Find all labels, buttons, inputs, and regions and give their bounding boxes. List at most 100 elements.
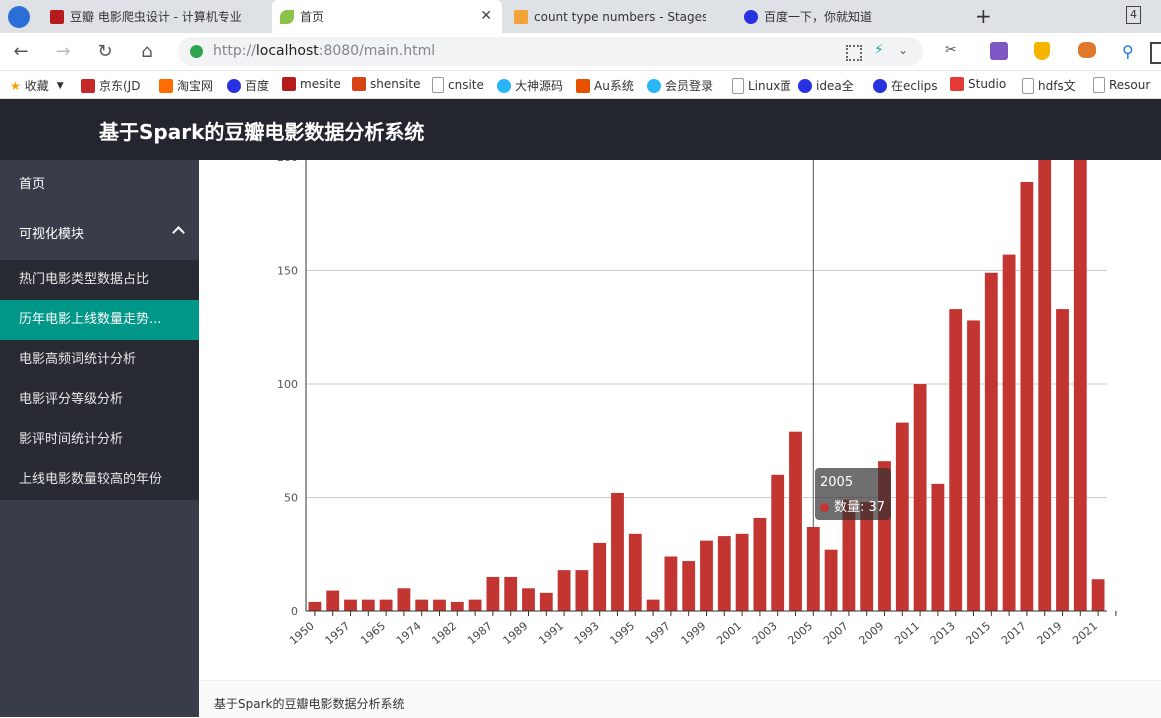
x-tick-label: 2015 (963, 619, 993, 647)
bar (628, 533, 642, 611)
bar (949, 309, 963, 611)
bar (682, 561, 696, 611)
bar (522, 588, 535, 611)
page-icon (1022, 77, 1034, 94)
page-footer: 基于Spark的豆瓣电影数据分析系统 (199, 680, 1161, 718)
bar (308, 601, 322, 611)
chevron-down-icon: ▼ (56, 80, 64, 91)
x-tick-label: 1987 (465, 619, 495, 647)
nav-group-visualization[interactable]: 可视化模块 (0, 210, 199, 260)
bar (664, 556, 678, 611)
nav-item-word-frequency[interactable]: 电影高频词统计分析 (0, 340, 199, 380)
x-tick-label: 2013 (928, 619, 958, 647)
bar (1002, 254, 1016, 612)
au-icon (576, 78, 590, 93)
bookmark-jd[interactable]: 京东(JD (81, 77, 145, 94)
reload-icon[interactable]: ↻ (92, 39, 118, 65)
nav-submenu: 热门电影类型数据占比 历年电影上线数量走势... 电影高频词统计分析 电影评分等… (0, 260, 199, 500)
flash-icon[interactable]: ⚡ (874, 42, 884, 58)
browser-logo-icon[interactable] (8, 6, 30, 28)
bookmark-shensite[interactable]: shensite (352, 77, 421, 91)
bar (789, 431, 802, 611)
tab-douban[interactable]: 豆瓣 电影爬虫设计 - 计算机专业 (42, 0, 268, 33)
app-header: 基于Spark的豆瓣电影数据分析系统 (0, 99, 1161, 160)
bookmark-cnsite[interactable]: cnsite (432, 77, 484, 93)
bar (1020, 181, 1034, 611)
bar (1091, 579, 1105, 611)
bookmark-hdfs[interactable]: hdfs文 (1022, 77, 1082, 94)
baidu-paw-icon (873, 78, 887, 93)
new-tab-button[interactable]: + (975, 4, 992, 28)
shield-icon[interactable] (1034, 42, 1050, 60)
mesite-icon (282, 77, 296, 91)
bookmark-dashen[interactable]: 大神源码 (497, 77, 563, 94)
nav-home[interactable]: 首页 (0, 160, 199, 210)
y-tick-label: 0 (291, 605, 298, 618)
forward-icon[interactable]: → (50, 39, 76, 65)
baidu-paw-icon (798, 78, 812, 93)
tab-home[interactable]: 首页 ✕ (272, 0, 502, 33)
x-tick-label: 1999 (679, 619, 709, 647)
bookmark-au[interactable]: Au系统 (576, 77, 634, 94)
x-tick-label: 1950 (287, 619, 317, 647)
spark-favicon-icon (514, 9, 528, 24)
address-bar[interactable]: http://localhost:8080/main.html ⚡ ⌄ (178, 37, 923, 66)
y-tick-label: 200 (277, 160, 298, 164)
nav-item-top-years[interactable]: 上线电影数量较高的年份 (0, 460, 199, 500)
nav-item-genre-share[interactable]: 热门电影类型数据占比 (0, 260, 199, 300)
bookmark-mesite[interactable]: mesite (282, 77, 341, 91)
bar (326, 590, 340, 611)
swirl-icon (497, 78, 511, 93)
nav-item-review-time[interactable]: 影评时间统计分析 (0, 420, 199, 460)
x-tick-label: 2001 (714, 619, 744, 647)
bar (967, 320, 980, 611)
bar (717, 536, 731, 611)
bar (361, 599, 375, 611)
tab-count-badge[interactable]: 4 (1126, 6, 1141, 24)
translate-icon[interactable] (990, 42, 1008, 60)
x-tick-label: 1997 (643, 619, 673, 647)
bookmark-baidu[interactable]: 百度 (227, 77, 269, 94)
bookmark-favorites[interactable]: ★ 收藏 ▼ (10, 77, 64, 94)
bar (895, 422, 909, 611)
bookmark-member[interactable]: 会员登录 (647, 77, 713, 94)
x-tick-label: 1991 (536, 619, 566, 647)
bar (735, 533, 749, 611)
bar (397, 588, 411, 611)
qr-code-icon[interactable] (846, 45, 862, 61)
page-icon (732, 77, 744, 94)
nav-item-yearly-trend[interactable]: 历年电影上线数量走势... (0, 300, 199, 340)
cloud-icon (647, 78, 661, 93)
dropdown-icon[interactable]: ⌄ (898, 43, 908, 57)
bookmark-linux[interactable]: Linux面 (732, 77, 790, 94)
extension-icon[interactable] (1078, 42, 1096, 58)
bookmark-resource[interactable]: Resour (1093, 77, 1161, 93)
bookmark-eclipse[interactable]: 在eclips (873, 77, 937, 94)
tooltip-title: 2005 (820, 475, 854, 490)
bookmark-studio[interactable]: Studio (950, 77, 1006, 91)
url-text[interactable]: http://localhost:8080/main.html (213, 43, 435, 59)
home-icon[interactable]: ⌂ (134, 39, 160, 65)
x-tick-label: 2019 (1035, 619, 1065, 647)
tab-stages[interactable]: count type numbers - Stages (506, 0, 732, 33)
tab-baidu[interactable]: 百度一下，你就知道 (736, 0, 962, 33)
bookmark-idea[interactable]: idea全 (798, 77, 856, 94)
x-tick-label: 1993 (572, 619, 602, 647)
scissors-icon[interactable]: ✂ (945, 42, 957, 62)
page-info-icon[interactable] (190, 45, 203, 58)
shensite-icon (352, 77, 366, 91)
bar (824, 549, 838, 611)
bar (753, 517, 767, 611)
bookmark-taobao[interactable]: 淘宝网 (159, 77, 213, 94)
tab-close-icon[interactable]: ✕ (480, 8, 492, 24)
x-tick-label: 1974 (394, 619, 424, 647)
back-icon[interactable]: ← (8, 39, 34, 65)
bar (913, 384, 927, 611)
y-tick-label: 150 (277, 265, 298, 278)
overflow-icon[interactable] (1150, 42, 1161, 64)
x-tick-label: 1982 (429, 619, 459, 647)
bar (415, 599, 429, 611)
search-icon[interactable]: ⚲ (1122, 42, 1134, 62)
studio-icon (950, 77, 964, 91)
nav-item-rating-level[interactable]: 电影评分等级分析 (0, 380, 199, 420)
